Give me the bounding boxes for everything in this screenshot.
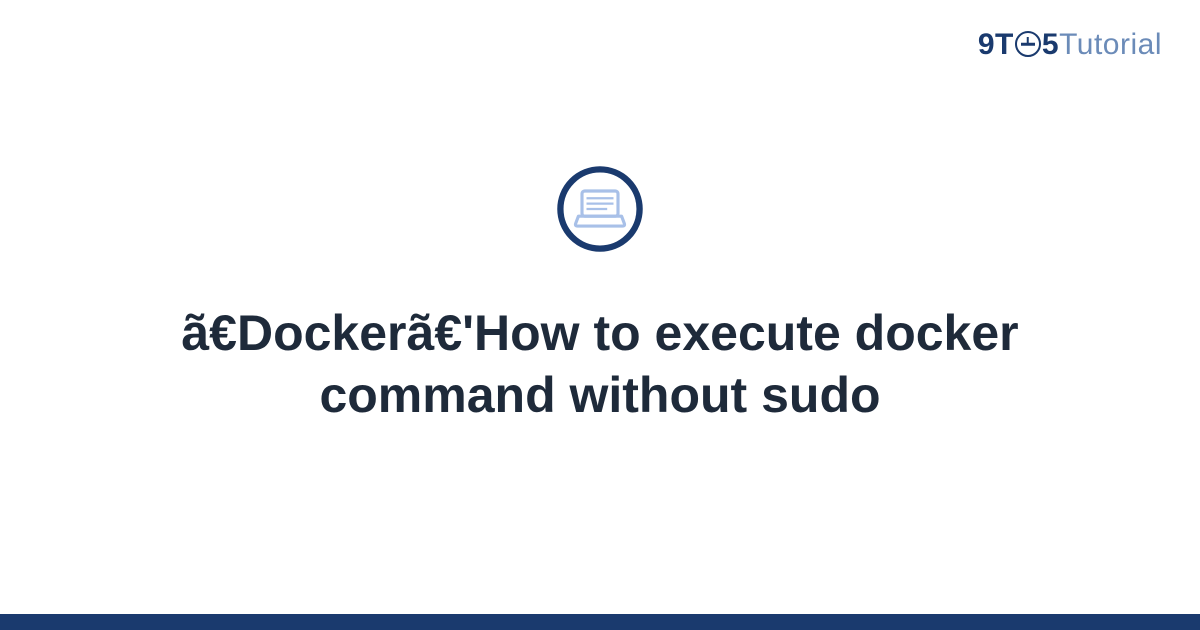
footer-accent-bar — [0, 614, 1200, 630]
article-title: ã€Dockerã€'How to execute docker command… — [150, 302, 1050, 427]
laptop-icon — [555, 164, 645, 254]
hero-section: ã€Dockerã€'How to execute docker command… — [0, 0, 1200, 630]
